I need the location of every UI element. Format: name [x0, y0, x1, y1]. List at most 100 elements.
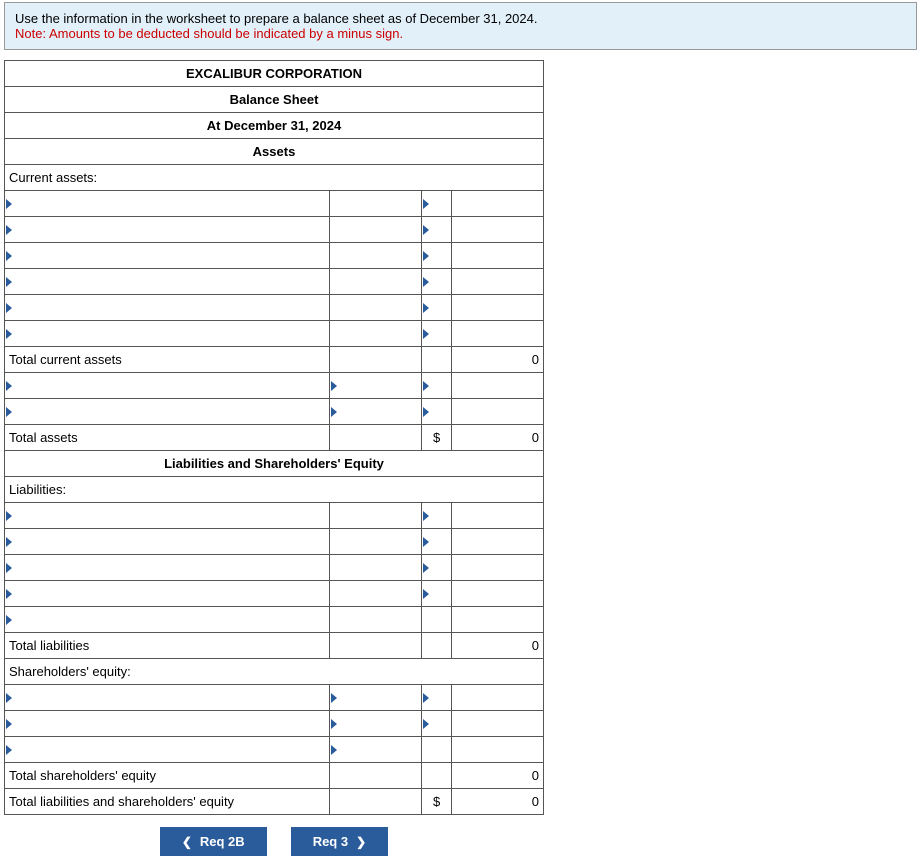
amount-dropdown[interactable] [330, 685, 422, 711]
next-button[interactable]: Req 3 ❯ [291, 827, 388, 856]
amount-input[interactable] [452, 685, 544, 711]
amount-input[interactable] [452, 711, 544, 737]
sign-dropdown[interactable] [421, 321, 452, 347]
equity-item-dropdown[interactable] [5, 737, 330, 763]
amount-input[interactable] [452, 269, 544, 295]
amount-dropdown[interactable] [330, 737, 422, 763]
liability-item-dropdown[interactable] [5, 529, 330, 555]
chevron-right-icon: ❯ [356, 835, 366, 849]
amount-cell [330, 347, 422, 373]
sign-dropdown[interactable] [421, 581, 452, 607]
liability-item-dropdown[interactable] [5, 555, 330, 581]
amount-input[interactable] [330, 295, 422, 321]
amount-cell [330, 633, 422, 659]
sign-dropdown[interactable] [421, 503, 452, 529]
asset-item-dropdown[interactable] [5, 321, 330, 347]
total-equity-value: 0 [452, 763, 544, 789]
amount-input[interactable] [330, 607, 422, 633]
nav-buttons: ❮ Req 2B Req 3 ❯ [4, 827, 544, 856]
amount-cell [330, 789, 422, 815]
amount-cell [330, 763, 422, 789]
asset-item-dropdown[interactable] [5, 217, 330, 243]
assets-section-header: Assets [5, 139, 544, 165]
amount-input[interactable] [452, 295, 544, 321]
total-assets-value: 0 [452, 425, 544, 451]
amount-input[interactable] [452, 529, 544, 555]
asset-item-dropdown[interactable] [5, 191, 330, 217]
amount-input[interactable] [330, 503, 422, 529]
sign-cell [421, 633, 452, 659]
liability-item-dropdown[interactable] [5, 503, 330, 529]
sign-dropdown[interactable] [421, 711, 452, 737]
amount-input[interactable] [452, 503, 544, 529]
equity-item-dropdown[interactable] [5, 711, 330, 737]
shareholders-equity-label: Shareholders' equity: [5, 659, 544, 685]
prev-button-label: Req 2B [200, 834, 245, 849]
amount-input[interactable] [330, 269, 422, 295]
sign-dropdown[interactable] [421, 295, 452, 321]
amount-dropdown[interactable] [330, 399, 422, 425]
amount-input[interactable] [330, 529, 422, 555]
asset-item-dropdown[interactable] [5, 295, 330, 321]
prev-button[interactable]: ❮ Req 2B [160, 827, 267, 856]
amount-input[interactable] [330, 191, 422, 217]
sign-cell [421, 607, 452, 633]
liability-item-dropdown[interactable] [5, 581, 330, 607]
sign-dropdown[interactable] [421, 373, 452, 399]
sign-dropdown[interactable] [421, 529, 452, 555]
amount-input[interactable] [330, 581, 422, 607]
amount-input[interactable] [452, 607, 544, 633]
amount-input[interactable] [452, 399, 544, 425]
liabilities-label: Liabilities: [5, 477, 544, 503]
amount-dropdown[interactable] [330, 711, 422, 737]
amount-input[interactable] [452, 191, 544, 217]
asset-item-dropdown[interactable] [5, 373, 330, 399]
sign-dropdown[interactable] [421, 217, 452, 243]
balance-sheet-table: EXCALIBUR CORPORATION Balance Sheet At D… [4, 60, 544, 815]
liability-item-dropdown[interactable] [5, 607, 330, 633]
sign-cell [421, 737, 452, 763]
amount-input[interactable] [452, 217, 544, 243]
sign-dropdown[interactable] [421, 191, 452, 217]
sign-dropdown[interactable] [421, 685, 452, 711]
total-equity-label: Total shareholders' equity [5, 763, 330, 789]
amount-input[interactable] [452, 581, 544, 607]
sign-cell [421, 347, 452, 373]
instruction-line-2: Note: Amounts to be deducted should be i… [15, 26, 906, 41]
total-liab-eq-value: 0 [452, 789, 544, 815]
equity-item-dropdown[interactable] [5, 685, 330, 711]
amount-cell [330, 425, 422, 451]
amount-input[interactable] [330, 217, 422, 243]
amount-input[interactable] [452, 373, 544, 399]
asset-item-dropdown[interactable] [5, 399, 330, 425]
sign-dropdown[interactable] [421, 555, 452, 581]
total-assets-label: Total assets [5, 425, 330, 451]
chevron-left-icon: ❮ [182, 835, 192, 849]
total-liabilities-label: Total liabilities [5, 633, 330, 659]
amount-input[interactable] [330, 321, 422, 347]
amount-input[interactable] [452, 243, 544, 269]
asset-item-dropdown[interactable] [5, 243, 330, 269]
total-current-assets-label: Total current assets [5, 347, 330, 373]
amount-input[interactable] [330, 555, 422, 581]
report-date: At December 31, 2024 [5, 113, 544, 139]
sign-dropdown[interactable] [421, 399, 452, 425]
dollar-sign: $ [421, 425, 452, 451]
total-liab-eq-label: Total liabilities and shareholders' equi… [5, 789, 330, 815]
current-assets-label: Current assets: [5, 165, 544, 191]
liab-eq-section-header: Liabilities and Shareholders' Equity [5, 451, 544, 477]
sign-cell [421, 763, 452, 789]
amount-dropdown[interactable] [330, 373, 422, 399]
dollar-sign: $ [421, 789, 452, 815]
sign-dropdown[interactable] [421, 269, 452, 295]
next-button-label: Req 3 [313, 834, 348, 849]
amount-input[interactable] [452, 321, 544, 347]
sign-dropdown[interactable] [421, 243, 452, 269]
instructions-box: Use the information in the worksheet to … [4, 2, 917, 50]
amount-input[interactable] [452, 737, 544, 763]
amount-input[interactable] [330, 243, 422, 269]
total-current-assets-value: 0 [452, 347, 544, 373]
asset-item-dropdown[interactable] [5, 269, 330, 295]
report-title: Balance Sheet [5, 87, 544, 113]
amount-input[interactable] [452, 555, 544, 581]
